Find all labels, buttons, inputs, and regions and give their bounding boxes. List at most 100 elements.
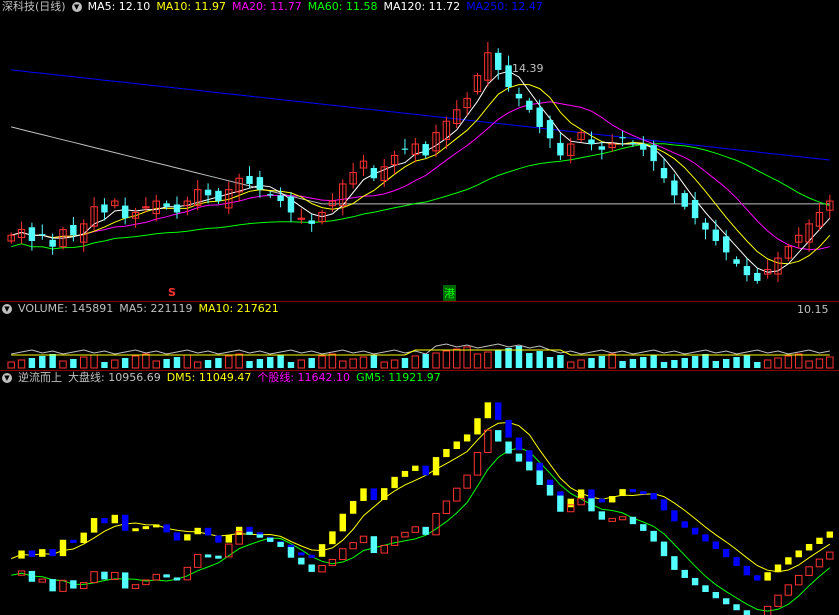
gg-block xyxy=(702,585,709,592)
candle-body xyxy=(70,225,77,236)
volume-bar xyxy=(163,359,170,368)
volume-bar xyxy=(546,357,554,368)
dpx-block xyxy=(80,532,87,544)
marker-gang: 港 xyxy=(443,285,456,301)
volume-bar xyxy=(577,359,585,369)
price-chart[interactable] xyxy=(0,0,839,300)
dpx-block xyxy=(681,521,688,528)
dpx-block xyxy=(360,488,367,501)
volume-bar xyxy=(225,355,233,369)
volume-panel[interactable]: ▼ VOLUME: 145891 MA5: 221119 MA10: 217621 xyxy=(0,302,839,370)
volume-bar xyxy=(473,353,482,369)
volume-bar xyxy=(246,361,253,368)
gg-block xyxy=(671,556,678,570)
dpx-block xyxy=(18,550,25,559)
volume-bar xyxy=(17,359,26,369)
ma250-line xyxy=(11,69,830,161)
gg-block xyxy=(484,429,492,454)
dpx-block xyxy=(153,524,160,528)
volume-bar xyxy=(380,361,388,369)
dpx-block xyxy=(588,489,595,499)
volume-bar xyxy=(256,359,264,368)
dpx-block xyxy=(453,441,460,449)
volume-bar xyxy=(390,359,399,369)
gg-block xyxy=(308,564,315,572)
volume-bar xyxy=(411,355,420,369)
dpx-block xyxy=(515,437,523,451)
candle-body xyxy=(588,139,595,145)
volume-bar xyxy=(754,362,761,368)
gg-block xyxy=(463,474,471,489)
gg-block xyxy=(267,537,274,542)
volume-bar xyxy=(598,356,606,368)
volume-bar xyxy=(743,355,751,368)
gg-block xyxy=(370,536,378,554)
dpx-block xyxy=(432,457,440,476)
candle-body xyxy=(422,144,429,156)
candle-body xyxy=(49,239,56,247)
candle-body xyxy=(505,65,512,88)
dpx-block xyxy=(526,450,533,463)
gg-block xyxy=(691,577,699,586)
dpx-block xyxy=(401,470,409,477)
gg-block xyxy=(215,555,222,559)
gg-block xyxy=(826,551,834,560)
gg-block xyxy=(246,531,253,535)
volume-bar xyxy=(526,353,533,368)
dpx-block xyxy=(567,498,574,508)
volume-bar xyxy=(328,353,337,369)
main-chart-panel[interactable]: 深科技(日线) ▼ MA5: 12.10 MA10: 11.97 MA20: 11.77… xyxy=(0,0,839,316)
gg-block xyxy=(390,536,399,546)
gg-block xyxy=(712,592,720,599)
volume-bar xyxy=(131,355,140,369)
dpx-block xyxy=(381,488,388,500)
dpx-block xyxy=(785,557,792,565)
volume-bar xyxy=(359,356,368,369)
dpx-block xyxy=(246,526,253,533)
dpx-block xyxy=(474,418,481,435)
dpx-block xyxy=(702,534,709,542)
volume-bar xyxy=(215,358,222,368)
dpx-block xyxy=(90,518,98,533)
indicator-chart[interactable] xyxy=(0,371,839,615)
high-price-label: 14.39 xyxy=(512,62,544,75)
dpx-block xyxy=(422,465,429,476)
gg-block xyxy=(795,574,803,586)
dpx-block xyxy=(225,534,233,543)
gg-block xyxy=(526,461,533,471)
gg-block xyxy=(163,574,170,578)
volume-bar xyxy=(339,360,347,369)
dpx-block xyxy=(142,526,150,530)
volume-bar xyxy=(784,355,793,369)
candle-body xyxy=(671,180,678,196)
volume-bar xyxy=(80,356,88,369)
gg-block xyxy=(328,558,337,567)
candle-body xyxy=(650,145,657,162)
dpx-block xyxy=(671,510,678,522)
volume-bar xyxy=(702,354,709,368)
dpx-block xyxy=(70,539,77,544)
gg-block xyxy=(442,500,451,514)
gg-block xyxy=(28,570,36,582)
dpx-block xyxy=(39,549,46,557)
gg-block xyxy=(557,495,564,512)
dpx-block xyxy=(774,564,782,573)
dpx-block xyxy=(691,527,699,535)
gg-block xyxy=(629,516,637,525)
volume-chart[interactable] xyxy=(0,302,839,370)
marker-s: S xyxy=(168,286,176,299)
gg-block xyxy=(90,571,98,584)
dpx-block xyxy=(733,557,740,566)
volume-bar xyxy=(193,361,202,369)
volume-bar xyxy=(49,354,56,368)
volume-bar xyxy=(660,362,668,368)
volume-bar xyxy=(318,355,326,369)
candle-body xyxy=(702,222,709,230)
candle-body xyxy=(515,93,523,99)
dpx-block xyxy=(101,518,108,524)
indicator-panel[interactable]: ▼ 逆流而上 大盘线: 10956.69 DM5: 11049.47 个股线: 1164… xyxy=(0,371,839,615)
candle-body xyxy=(526,100,533,110)
volume-bar xyxy=(805,360,813,369)
volume-bar xyxy=(763,359,772,369)
dpx-block xyxy=(826,531,834,538)
